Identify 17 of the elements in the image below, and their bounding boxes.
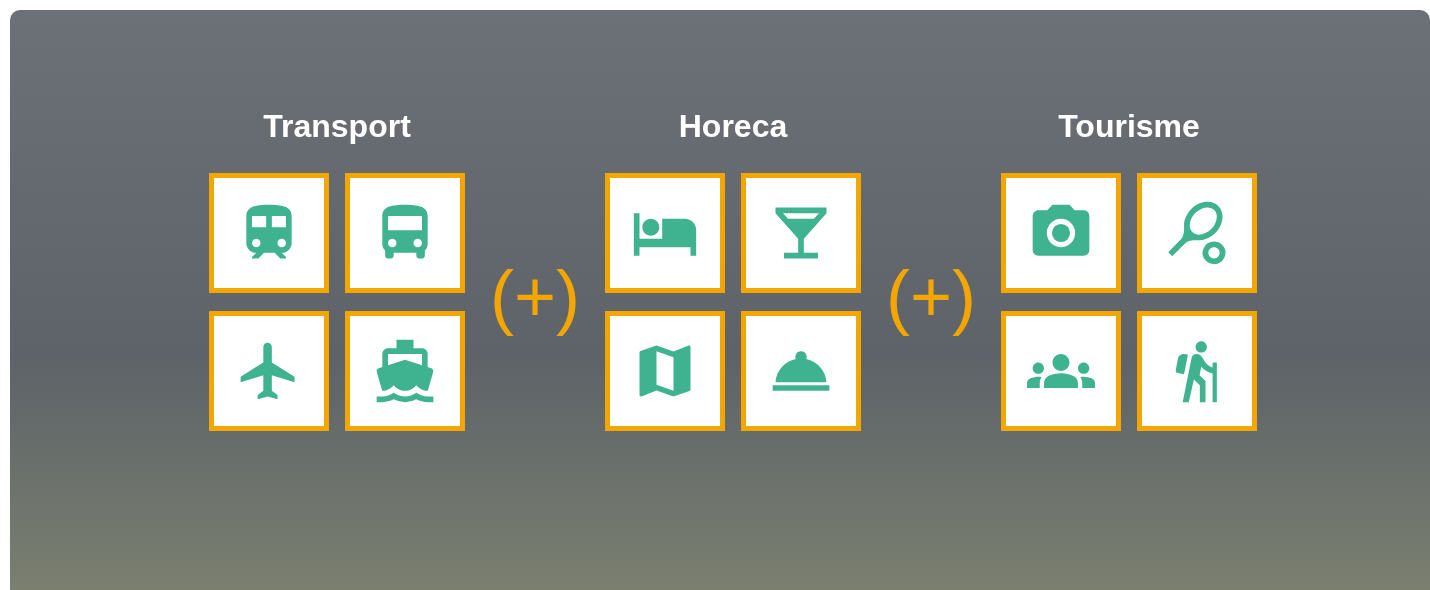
plus-symbol: (+): [886, 256, 976, 336]
category-title: Horeca: [678, 107, 788, 146]
plus-symbol: (+): [490, 256, 580, 336]
icon-tile[interactable]: [209, 173, 329, 293]
icon-tile[interactable]: [605, 311, 725, 431]
icon-tile[interactable]: [209, 311, 329, 431]
icon-tile[interactable]: [345, 173, 465, 293]
icon-tile[interactable]: [741, 311, 861, 431]
icon-tile[interactable]: [1137, 173, 1257, 293]
icon-tile[interactable]: [345, 311, 465, 431]
category-title: Transport: [263, 107, 411, 146]
icon-tile[interactable]: [1001, 173, 1121, 293]
icon-tile[interactable]: [741, 173, 861, 293]
icon-tile[interactable]: [1137, 311, 1257, 431]
category-title: Tourisme: [1058, 107, 1200, 146]
icon-tile[interactable]: [605, 173, 725, 293]
icon-tile[interactable]: [1001, 311, 1121, 431]
